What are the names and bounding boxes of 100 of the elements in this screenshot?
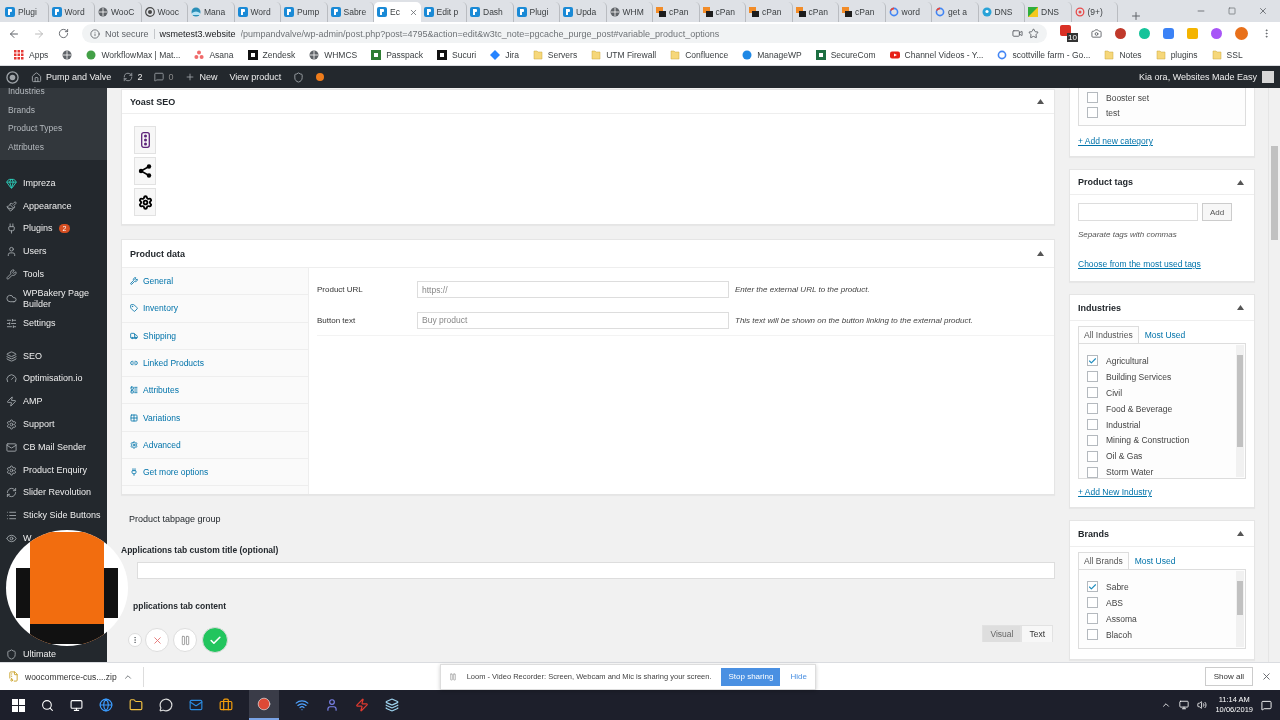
checkbox[interactable] [1087,613,1098,625]
menu-item[interactable]: Plugins [23,223,53,235]
extension-icon[interactable] [1115,28,1126,39]
input-field[interactable]: Buy product [417,311,729,329]
checkbox[interactable] [1087,371,1098,383]
menu-item[interactable]: Sticky Side Buttons [23,510,101,522]
tab[interactable]: Most Used [1138,326,1192,343]
volume-icon[interactable] [1197,700,1208,710]
checkbox[interactable] [1087,403,1098,415]
bookmark[interactable]: Passpack [386,50,424,60]
chat-icon[interactable] [159,698,173,712]
bookmark[interactable]: SSL [1226,50,1243,60]
checkbox[interactable] [1087,419,1098,430]
product-data-tab[interactable]: Variations [122,404,308,432]
extension-icon[interactable] [1163,28,1174,39]
close-icon[interactable] [1258,6,1268,16]
bookmark[interactable]: WorkflowMax | Mat... [101,50,181,60]
taskbar-button[interactable] [249,690,279,720]
menu-item[interactable]: CB Mail Sender [23,441,87,453]
checkbox[interactable] [1087,629,1098,641]
site-link[interactable]: Pump and Valve [46,72,112,82]
start-icon[interactable] [12,698,25,712]
bookmark[interactable]: Asana [209,50,234,60]
submenu-item[interactable]: Brands [8,100,107,119]
bookmark[interactable]: Servers [547,50,578,60]
checkbox[interactable] [1087,92,1098,103]
checkbox[interactable] [1087,355,1098,367]
view-product-link[interactable]: View product [229,72,282,82]
close-icon[interactable] [1261,671,1272,682]
tray-icon[interactable] [1161,700,1172,710]
download-file[interactable]: woocommerce-cus....zip [25,671,117,682]
bookmark[interactable]: SecureCom [830,50,876,60]
product-data-tab[interactable]: General [122,268,308,296]
menu-item[interactable]: Support [23,419,55,431]
readability-button[interactable] [134,126,156,154]
star-icon[interactable] [1028,28,1039,39]
menu-item[interactable]: AMP [23,396,43,408]
tab[interactable]: All Industries [1078,326,1139,343]
network-icon[interactable] [1179,700,1190,710]
camera-icon[interactable] [1091,28,1102,39]
product-data-tab[interactable]: Attributes [122,377,308,405]
checkbox[interactable] [1087,450,1098,462]
search-icon[interactable] [41,698,54,712]
checkbox[interactable] [1087,434,1098,446]
product-data-tab[interactable]: Inventory [122,295,308,323]
camera-icon[interactable] [1012,28,1023,39]
bookmark[interactable]: ManageWP [757,50,802,60]
menu-item[interactable]: Users [23,246,47,258]
menu-item[interactable]: W [23,533,32,545]
reload-icon[interactable] [58,28,69,39]
add-link[interactable]: + Add new category [1078,136,1246,146]
new-link[interactable]: New [199,72,218,82]
bookmark[interactable]: Notes [1119,50,1142,60]
menu-item[interactable]: Impreza [23,177,56,189]
bookmark[interactable]: scottville farm - Go... [1012,50,1091,60]
product-data-tab[interactable]: Get more options [122,459,308,487]
address-field[interactable]: Not secure wsmetest3.website /pumpandvalve/wp-admin/post.php?post=4795&action=edit&w3tc_note=pgcache_purge_post#variable_product_options [82,24,1047,43]
task-view-icon[interactable] [70,698,83,712]
menu-item[interactable]: SEO [23,350,42,362]
close-icon[interactable] [408,7,418,17]
product-data-tab[interactable]: Shipping [122,322,308,350]
collapse-icon[interactable] [1037,251,1044,256]
collapse-icon[interactable] [1037,99,1044,104]
checkbox[interactable] [1087,387,1098,399]
collapse-icon[interactable] [1237,531,1244,536]
restore-icon[interactable] [1228,7,1236,15]
menu-item[interactable]: WPBakery Page Builder [23,288,103,310]
app-icon[interactable] [385,698,399,712]
settings-button[interactable] [134,188,156,216]
menu-item[interactable]: Slider Revolution [23,487,92,499]
notifications-icon[interactable] [1261,699,1272,711]
input-field[interactable] [1078,203,1198,221]
bookmark[interactable]: WHMCS [324,50,358,60]
profile-avatar[interactable] [1235,27,1248,40]
submenu-item[interactable]: Product Types [8,119,107,138]
extension-icon[interactable] [1139,28,1150,39]
folder-icon[interactable] [129,698,143,712]
wifi-icon[interactable] [295,698,309,712]
tab[interactable]: All Brands [1078,552,1129,569]
menu-item[interactable]: Appearance [23,200,72,212]
bookmark[interactable]: Jira [505,50,519,60]
comment-count[interactable]: 0 [168,72,174,82]
input-field[interactable]: https:// [417,281,729,298]
menu-item[interactable]: Ultimate [23,648,56,660]
update-count[interactable]: 2 [137,72,143,82]
back-icon[interactable] [8,27,20,40]
input-field[interactable] [137,562,1055,579]
bookmark[interactable]: Channel Videos - Y... [904,50,984,60]
add-link[interactable]: + Add New Industry [1078,487,1246,497]
menu-item[interactable]: Product Enquiry [23,464,88,476]
people-icon[interactable] [325,698,339,712]
show-all-button[interactable]: Show all [1204,667,1253,686]
product-data-tab[interactable]: Advanced [122,431,308,460]
checkbox[interactable] [1087,107,1098,118]
greeting-link[interactable]: Kia ora, Websites Made Easy [1139,72,1257,82]
tags-link[interactable]: Choose from the most used tags [1078,259,1246,269]
menu-item[interactable]: Optimisation.io [23,373,83,385]
extension-icon[interactable] [1211,28,1222,39]
collapse-icon[interactable] [1237,179,1244,185]
new-tab-icon[interactable] [1130,10,1142,22]
